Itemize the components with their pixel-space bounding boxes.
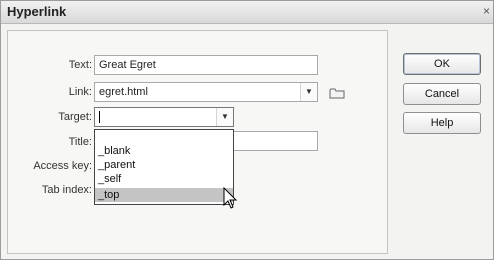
folder-icon[interactable] xyxy=(329,87,345,99)
cancel-button[interactable]: Cancel xyxy=(403,83,481,105)
title-bar[interactable]: Hyperlink × xyxy=(1,1,493,24)
target-dropdown-arrow-icon[interactable]: ▼ xyxy=(216,108,233,126)
target-option-parent[interactable]: _parent xyxy=(95,158,233,172)
link-dropdown-arrow-icon[interactable]: ▼ xyxy=(300,83,317,101)
target-option-self[interactable]: _self xyxy=(95,172,233,186)
target-combobox[interactable]: ▼ xyxy=(94,107,234,127)
link-value: egret.html xyxy=(99,86,148,98)
ok-button[interactable]: OK xyxy=(403,53,481,75)
target-option-top[interactable]: _top xyxy=(95,188,233,202)
help-button[interactable]: Help xyxy=(403,112,481,134)
target-option-blank[interactable]: _blank xyxy=(95,144,233,158)
access-key-label: Access key: xyxy=(33,160,92,172)
close-icon[interactable]: × xyxy=(483,4,493,19)
link-label: Link: xyxy=(68,86,92,98)
hyperlink-dialog: Hyperlink × Text: Great Egret Link: egre… xyxy=(0,0,494,260)
link-combobox[interactable]: egret.html ▼ xyxy=(94,82,318,102)
title-label: Title: xyxy=(68,136,92,148)
text-input[interactable]: Great Egret xyxy=(94,55,318,75)
mouse-cursor-icon xyxy=(223,187,238,209)
target-dropdown-list[interactable]: _blank _parent _self _top xyxy=(94,129,234,205)
text-label: Text: xyxy=(68,59,92,71)
tab-index-label: Tab index: xyxy=(41,184,92,196)
dialog-title: Hyperlink xyxy=(7,4,67,19)
target-label: Target: xyxy=(58,111,92,123)
text-caret xyxy=(99,111,100,123)
